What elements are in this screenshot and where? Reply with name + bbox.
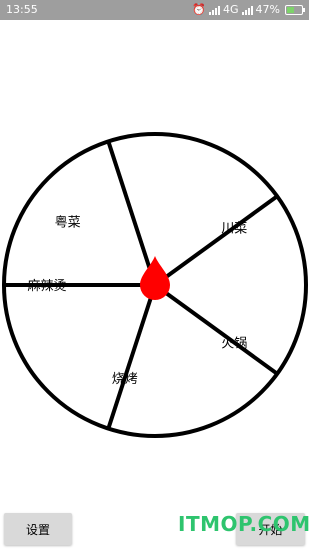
alarm-icon: ⏰ [192,3,207,16]
wheel-divider [106,140,157,286]
status-bar: 13:55 ⏰ 4G 47% [0,0,309,20]
watermark-logo: ITMOP.COM [178,512,311,536]
wheel-segment-label: 火锅 [221,336,247,352]
battery-fill [287,6,294,13]
battery-icon [285,4,305,15]
wifi-signal-icon [241,5,253,15]
wheel-segment-label: 麻辣烫 [27,279,66,294]
settings-button[interactable]: 设置 [4,513,72,545]
wheel-divider [153,283,279,376]
pointer-drop-icon [140,256,170,300]
wheel-segment-label: 烧烤 [112,372,138,387]
wheel-segment-label: 川菜 [221,221,247,236]
wheel-divider [106,284,157,430]
battery-percent: 47% [255,3,280,16]
lunch-wheel[interactable]: 粤菜 川菜火锅烧烤 麻辣烫 [0,125,309,445]
wheel-segment-label: 粤菜 [55,215,81,231]
signal-icon [209,5,221,15]
wheel-divider [153,194,279,287]
status-icons: ⏰ 4G 47% [192,3,305,16]
status-time: 13:55 [6,3,38,16]
network-type: 4G [223,3,239,16]
